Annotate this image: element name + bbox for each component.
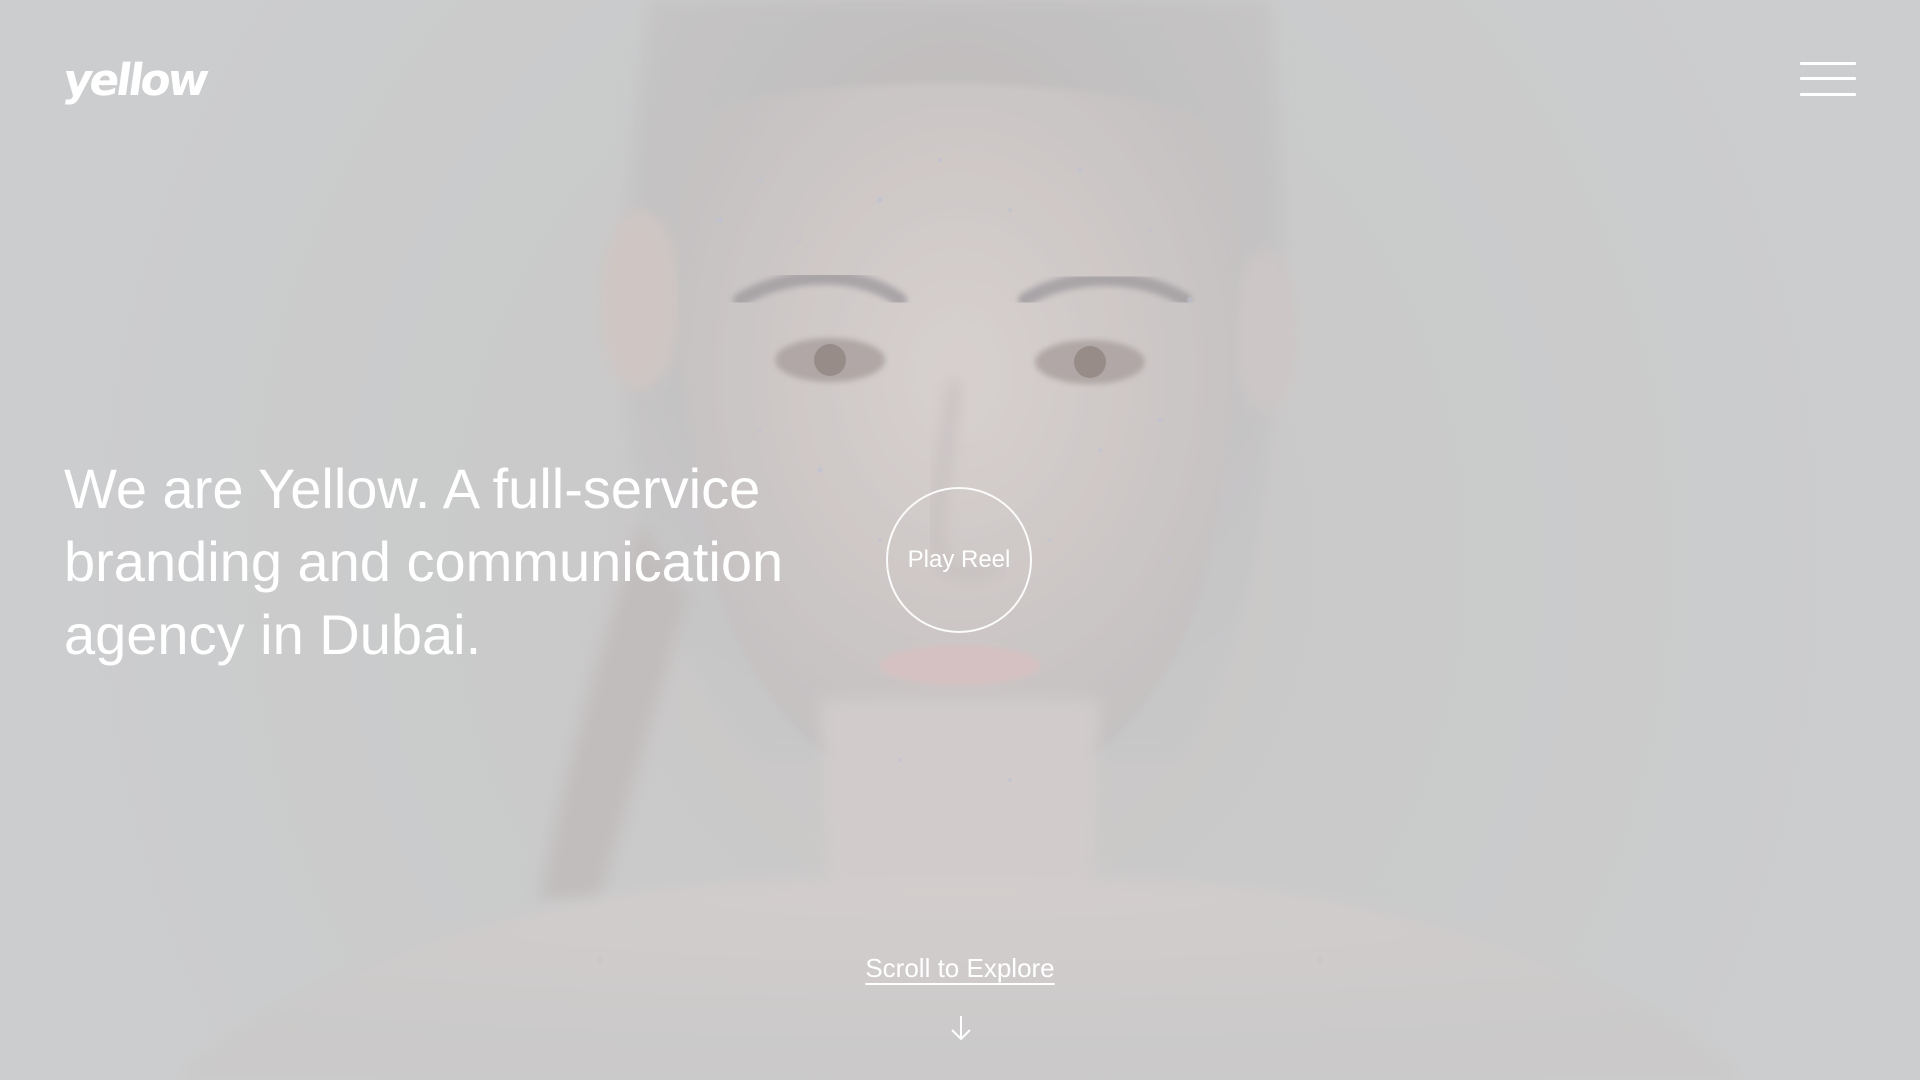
hero-headline: We are Yellow. A full-service branding a… — [64, 457, 784, 666]
menu-line — [1800, 77, 1856, 80]
yellow-logo[interactable]: yellow — [60, 55, 209, 106]
play-reel-button[interactable]: Play Reel — [886, 487, 1032, 633]
scroll-to-explore-link[interactable]: Scroll to Explore — [760, 953, 1160, 984]
arrow-down-icon[interactable] — [949, 1014, 973, 1042]
menu-line — [1800, 62, 1856, 65]
play-reel-label: Play Reel — [907, 546, 1011, 573]
logo-wordmark: yellow — [60, 55, 210, 106]
menu-line — [1800, 93, 1856, 96]
hamburger-menu-icon[interactable] — [1800, 60, 1856, 98]
